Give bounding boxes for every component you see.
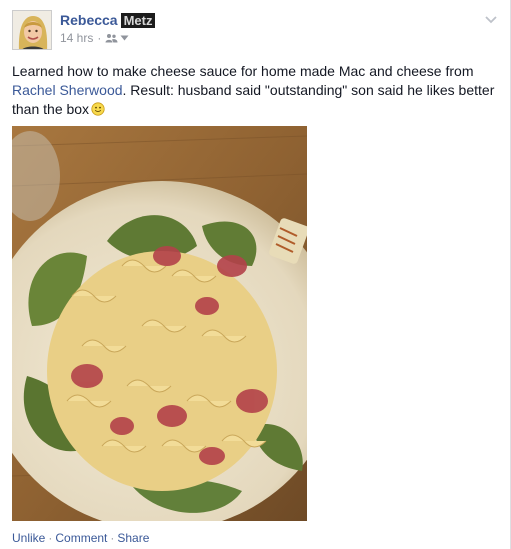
action-separator: · [110, 531, 115, 545]
tagged-user-link[interactable]: Rachel Sherwood [12, 82, 123, 98]
post-author[interactable]: Rebecca Metz [60, 12, 156, 29]
post-options-button[interactable] [484, 12, 498, 24]
chevron-down-icon [485, 16, 497, 24]
post-actions: Unlike · Comment · Share [12, 531, 149, 545]
post-photo[interactable] [12, 126, 307, 521]
smiley-icon [91, 102, 105, 116]
comment-link[interactable]: Comment [55, 531, 107, 545]
audience-selector[interactable] [105, 33, 129, 43]
mac-and-cheese-photo [12, 126, 307, 521]
post-timestamp[interactable]: 14 hrs [60, 31, 93, 45]
caret-down-icon [120, 35, 129, 41]
friends-icon [105, 34, 118, 43]
meta-separator: · [97, 31, 102, 45]
author-last-name[interactable]: Metz [120, 13, 156, 28]
post-text-part-1: Learned how to make cheese sauce for hom… [12, 63, 474, 79]
post-text: Learned how to make cheese sauce for hom… [12, 62, 498, 119]
unlike-link[interactable]: Unlike [12, 531, 45, 545]
avatar[interactable] [12, 10, 52, 50]
post-meta: 14 hrs · [60, 31, 129, 45]
action-separator: · [48, 531, 53, 545]
avatar-image [13, 11, 51, 49]
share-link[interactable]: Share [117, 531, 149, 545]
author-first-name[interactable]: Rebecca [60, 12, 118, 28]
feed-post: Rebecca Metz 14 hrs · Learned how to make… [0, 0, 511, 549]
